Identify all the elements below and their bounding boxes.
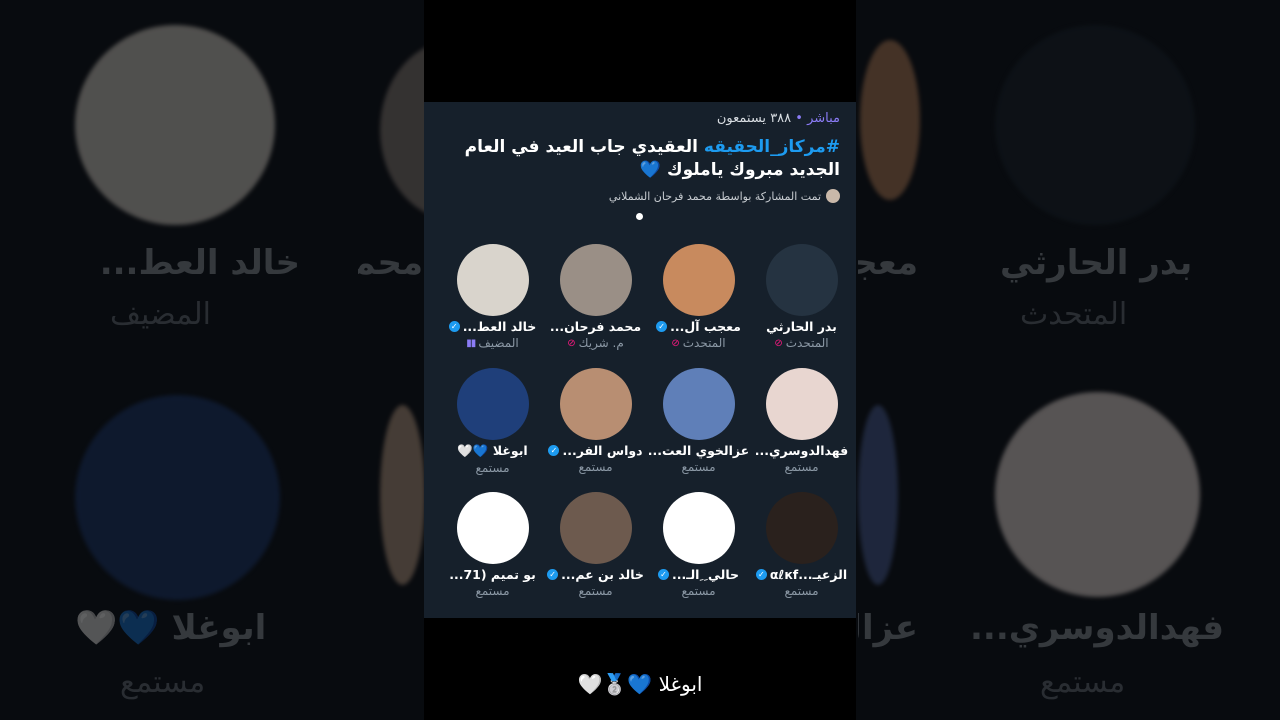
participant-role: م. شريك	[578, 336, 624, 350]
participant-name-row: خالد العط... ✓	[441, 319, 544, 334]
space-title: #مركاز_الحقيقه العقيدي جاب العيد في العا…	[440, 136, 840, 182]
listener-count: ٣٨٨ يستمعون	[716, 111, 792, 126]
participant-avatar[interactable]	[559, 244, 632, 316]
participant-role-row: مستمع	[544, 460, 647, 474]
participant-role: مستمع	[681, 584, 716, 598]
video-caption: ابوغلا 💙🥈🤍	[577, 672, 703, 696]
participant-role-row: المضيف ▮▮	[441, 336, 544, 350]
participant-role-row: مستمع	[441, 584, 544, 598]
participant-name-row: دواس الفر... ✓	[544, 443, 647, 458]
participant-avatar[interactable]	[662, 368, 735, 440]
participant-name-row: ابوغلا 💙🤍	[441, 443, 544, 459]
mic-off-icon: ⊘	[671, 337, 680, 349]
participant-role: مستمع	[784, 460, 819, 474]
participant-avatar[interactable]	[559, 492, 632, 564]
verified-badge-icon: ✓	[448, 321, 460, 332]
page-indicator-dot	[636, 213, 643, 220]
mic-off-icon: ⊘	[774, 337, 783, 349]
participant-name: محمد فرحان...	[549, 319, 642, 334]
participant-name: عزالخوي العت...	[647, 443, 750, 458]
participant-role-row: مستمع	[647, 584, 750, 598]
participant[interactable]: دواس الفر... ✓ مستمع	[544, 368, 647, 474]
participant-role: المضيف	[478, 336, 519, 350]
participant-role: مستمع	[784, 584, 819, 598]
participant-role: مستمع	[681, 460, 716, 474]
mic-off-icon: ⊘	[567, 337, 576, 349]
participant[interactable]: الزعيـ...αℓкf ✓ مستمع	[750, 492, 853, 598]
live-label: مباشر	[807, 111, 840, 126]
participant-name: خالد العط...	[462, 319, 537, 334]
participant-name-row: فهدالدوسري...	[750, 443, 853, 458]
participant-role-row: مستمع	[441, 461, 544, 475]
participant[interactable]: بدر الحارثي المتحدث ⊘	[750, 244, 853, 350]
participant-name: خالد بن عم...	[561, 567, 644, 582]
space-card[interactable]: مباشر • ٣٨٨ يستمعون #مركاز_الحقيقه العقي…	[424, 102, 856, 618]
verified-badge-icon: ✓	[657, 569, 669, 580]
participant-role: مستمع	[475, 584, 510, 598]
participant-role: مستمع	[475, 461, 510, 475]
verified-badge-icon: ✓	[656, 321, 668, 332]
participant-avatar[interactable]	[559, 368, 632, 440]
participant-name: بدر الحارثي	[766, 319, 837, 334]
live-dot: •	[791, 111, 808, 126]
participant[interactable]: خالد بن عم... ✓ مستمع	[544, 492, 647, 598]
participant-role-row: المتحدث ⊘	[750, 336, 853, 350]
participant-role: مستمع	[578, 584, 613, 598]
participant-name-row: خالد بن عم... ✓	[544, 567, 647, 582]
participant-role: مستمع	[578, 460, 613, 474]
live-status: مباشر • ٣٨٨ يستمعون	[717, 111, 840, 126]
participant-name: معجب آل...	[670, 319, 741, 334]
participant[interactable]: محمد فرحان... م. شريك ⊘	[544, 244, 647, 350]
participant-name: دواس الفر...	[562, 443, 643, 458]
participant-role-row: م. شريك ⊘	[544, 336, 647, 350]
participant[interactable]: حالي ِ ِالـ... ✓ مستمع	[647, 492, 750, 598]
participant[interactable]: عزالخوي العت... مستمع	[647, 368, 750, 474]
participant[interactable]: معجب آل... ✓ المتحدث ⊘	[647, 244, 750, 350]
participant-role-row: مستمع	[647, 460, 750, 474]
participant-avatar[interactable]	[765, 368, 838, 440]
participant-name-row: الزعيـ...αℓкf ✓	[750, 567, 853, 582]
participant-avatar[interactable]	[662, 244, 735, 316]
video-frame: مباشر • ٣٨٨ يستمعون #مركاز_الحقيقه العقي…	[424, 0, 856, 720]
participant-name: فهدالدوسري...	[754, 443, 849, 458]
participant-avatar[interactable]	[765, 492, 838, 564]
participant-name-row: محمد فرحان...	[544, 319, 647, 334]
participant-name: حالي ِ ِالـ...	[671, 567, 740, 582]
participant-name-row: معجب آل... ✓	[647, 319, 750, 334]
participant-avatar[interactable]	[456, 492, 529, 564]
participant-name-row: بو تميم (71...	[441, 567, 544, 582]
participant-role: المتحدث	[785, 336, 829, 350]
title-hashtag[interactable]: #مركاز_الحقيقه	[704, 137, 840, 157]
participant-name-row: عزالخوي العت...	[647, 443, 750, 458]
host-icon: ▮▮	[466, 337, 476, 349]
participant-role-row: مستمع	[544, 584, 647, 598]
verified-badge-icon: ✓	[755, 569, 767, 580]
participant-avatar[interactable]	[456, 368, 529, 440]
verified-badge-icon: ✓	[548, 445, 560, 456]
participant[interactable]: فهدالدوسري... مستمع	[750, 368, 853, 474]
participant[interactable]: ابوغلا 💙🤍 مستمع	[441, 368, 544, 475]
participant-role-row: المتحدث ⊘	[647, 336, 750, 350]
participant-name: الزعيـ...αℓкf	[769, 567, 848, 582]
participant-role-row: مستمع	[750, 584, 853, 598]
participant[interactable]: بو تميم (71... مستمع	[441, 492, 544, 598]
participant-role-row: مستمع	[750, 460, 853, 474]
verified-badge-icon: ✓	[547, 569, 559, 580]
shared-by[interactable]: تمت المشاركة بواسطة محمد فرحان الشملاني	[609, 189, 840, 203]
participant-name-row: حالي ِ ِالـ... ✓	[647, 567, 750, 582]
shared-by-text: تمت المشاركة بواسطة محمد فرحان الشملاني	[608, 189, 821, 203]
participant-name: ابوغلا 💙🤍	[457, 443, 528, 458]
participant-name-row: بدر الحارثي	[750, 319, 853, 334]
participant-avatar[interactable]	[456, 244, 529, 316]
participant[interactable]: خالد العط... ✓ المضيف ▮▮	[441, 244, 544, 350]
participant-name: بو تميم (71...	[449, 567, 536, 582]
sharer-avatar	[826, 189, 840, 203]
participant-avatar[interactable]	[662, 492, 735, 564]
participant-avatar[interactable]	[765, 244, 838, 316]
participant-role: المتحدث	[682, 336, 726, 350]
